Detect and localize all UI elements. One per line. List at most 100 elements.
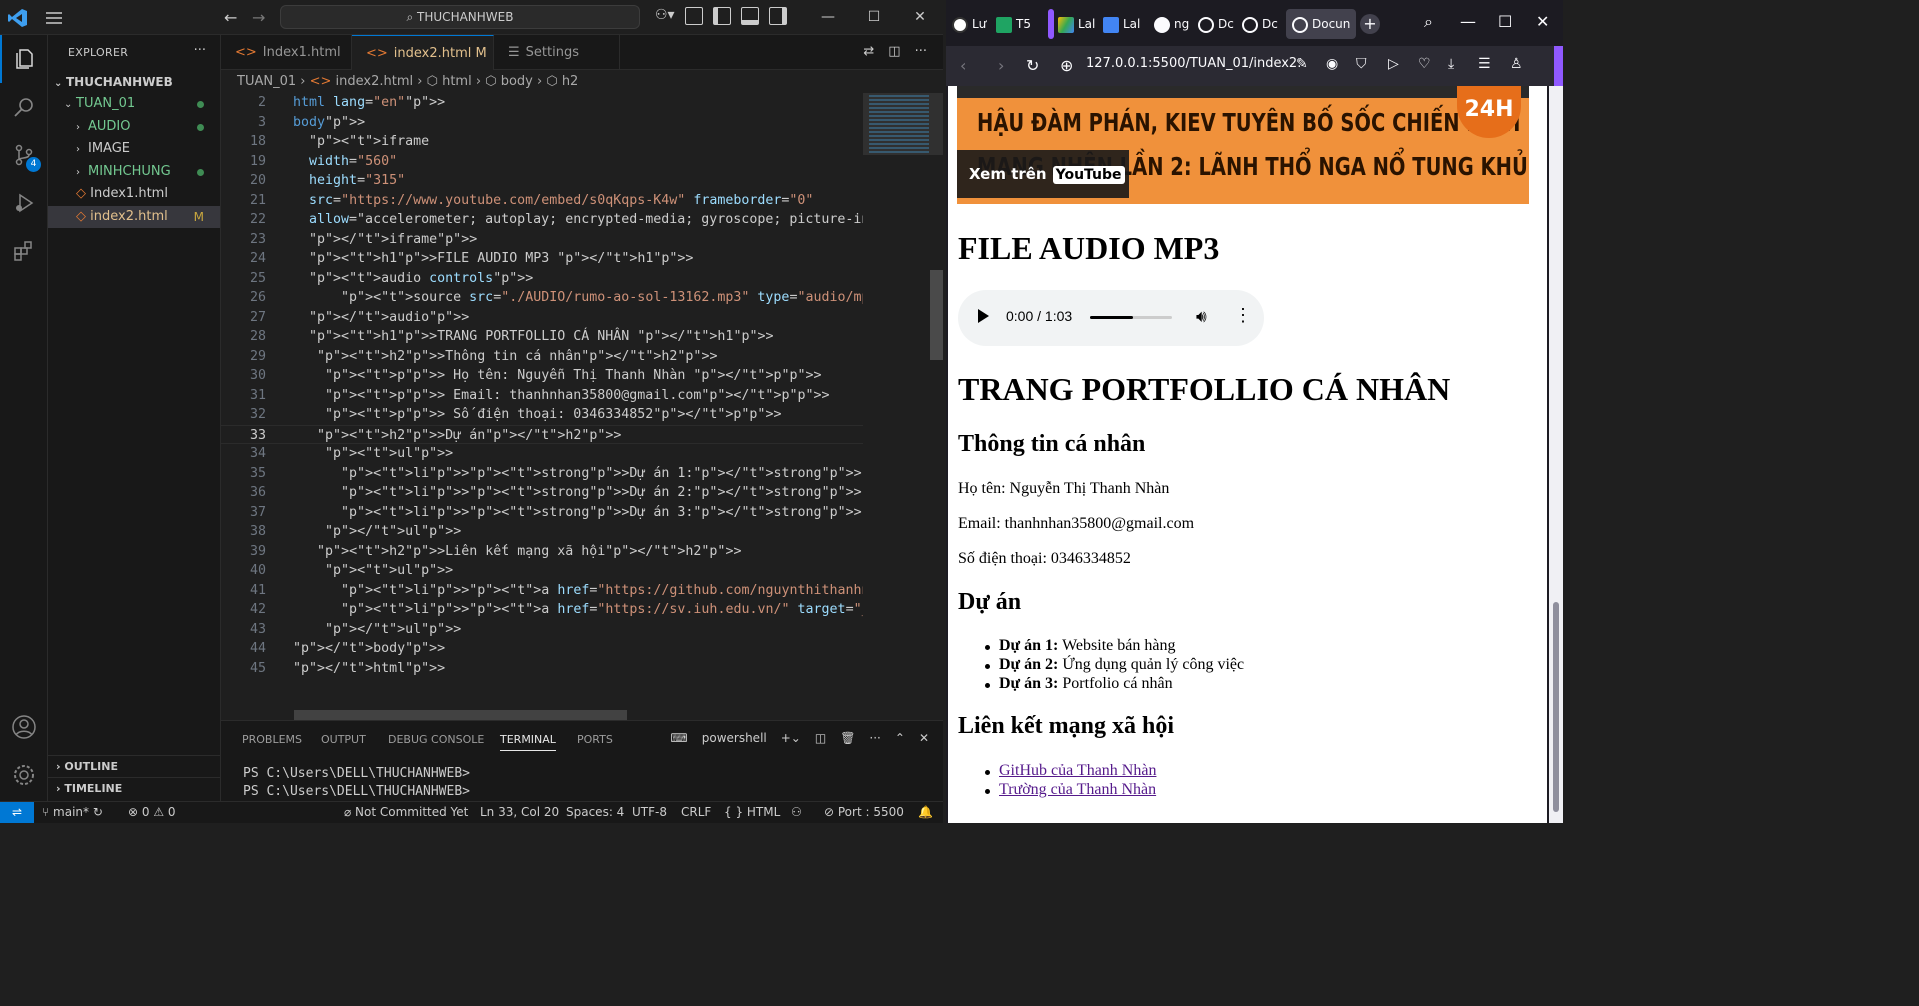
- tab-settings[interactable]: ☰ Settings: [494, 35, 620, 70]
- more-actions-icon[interactable]: ···: [194, 43, 206, 58]
- breadcrumb-item[interactable]: TUAN_01: [237, 74, 296, 89]
- panel-tab-output[interactable]: OUTPUT: [321, 733, 366, 746]
- minimize-icon[interactable]: —: [1460, 12, 1476, 31]
- screenshot-icon[interactable]: ◉: [1326, 56, 1338, 72]
- outline-section[interactable]: › OUTLINE: [48, 755, 220, 777]
- code-line[interactable]: 26 "p"><"t">source src="./AUDIO/rumo-ao-…: [221, 288, 863, 308]
- code-line[interactable]: 40 "p"><"t">ul"p">>: [221, 561, 863, 581]
- search-icon[interactable]: [0, 83, 48, 131]
- browser-tab-active[interactable]: Docun: [1286, 9, 1356, 39]
- code-line[interactable]: 18 "p"><"t">iframe: [221, 132, 863, 152]
- browser-tab[interactable]: Lal: [1058, 9, 1098, 39]
- timeline-section[interactable]: › TIMELINE: [48, 777, 220, 799]
- menu-icon[interactable]: [44, 9, 64, 27]
- cursor-position[interactable]: Ln 33, Col 20: [480, 802, 559, 823]
- back-icon[interactable]: ‹: [960, 56, 966, 75]
- more-options-icon[interactable]: ⋮: [1234, 305, 1252, 326]
- code-line[interactable]: 28 "p"><"t">h1"p">>TRANG PORTFOLLIO CÁ N…: [221, 327, 863, 347]
- tree-folder-tuan01[interactable]: ⌄ TUAN_01: [48, 93, 220, 115]
- tree-file-index2[interactable]: ◇ index2.html M: [48, 206, 220, 228]
- code-line[interactable]: 35 "p"><"t">li"p">>"p"><"t">strong"p">>D…: [221, 464, 863, 484]
- audio-player[interactable]: 0:00 / 1:03 🔊︎ ⋮: [958, 290, 1264, 346]
- back-arrow-icon[interactable]: ←: [224, 8, 237, 27]
- tree-folder-image[interactable]: › IMAGE: [48, 138, 220, 160]
- code-line[interactable]: 30 "p"><"t">p"p">> Họ tên: Nguyễn Thị Th…: [221, 366, 863, 386]
- browser-tab[interactable]: ng: [1154, 9, 1194, 39]
- notifications-icon[interactable]: 🔔: [918, 802, 933, 823]
- code-line[interactable]: 21 src="https://www.youtube.com/embed/s0…: [221, 191, 863, 211]
- run-debug-icon[interactable]: [0, 179, 48, 227]
- explorer-icon[interactable]: [0, 35, 48, 83]
- panel-tab-problems[interactable]: PROBLEMS: [242, 733, 302, 746]
- github-link[interactable]: GitHub của Thanh Nhàn: [999, 762, 1156, 779]
- url-bar[interactable]: 127.0.0.1:5500/TUAN_01/index2.: [1086, 56, 1301, 71]
- code-line[interactable]: 44 "p"></"t">body"p">>: [221, 639, 863, 659]
- code-line[interactable]: 24 "p"><"t">h1"p">>FILE AUDIO MP3 "p"></…: [221, 249, 863, 269]
- account-icon[interactable]: [0, 703, 48, 751]
- panel-tab-ports[interactable]: PORTS: [577, 733, 613, 746]
- code-line[interactable]: 32 "p"><"t">p"p">> Số điện thoại: 034633…: [221, 405, 863, 425]
- code-line[interactable]: 42 "p"><"t">li"p">>"p"><"t">a href="http…: [221, 600, 863, 620]
- eol-status[interactable]: CRLF: [681, 802, 711, 823]
- new-tab-icon[interactable]: +: [1360, 14, 1380, 34]
- tree-folder-minhchung[interactable]: › MINHCHUNG: [48, 161, 220, 183]
- editor-horizontal-scrollbar[interactable]: [294, 710, 627, 720]
- forward-arrow-icon[interactable]: →: [252, 8, 265, 27]
- panel-tab-terminal[interactable]: TERMINAL: [500, 733, 556, 751]
- encoding-status[interactable]: UTF-8: [632, 802, 667, 823]
- tab-index2[interactable]: <>index2.html M ✕: [352, 35, 494, 96]
- code-line[interactable]: 37 "p"><"t">li"p">>"p"><"t">strong"p">>D…: [221, 503, 863, 523]
- code-line[interactable]: 43 "p"></"t">ul"p">>: [221, 620, 863, 640]
- shell-name[interactable]: powershell: [702, 731, 767, 745]
- settings-gear-icon[interactable]: [0, 751, 48, 799]
- breadcrumb-item[interactable]: index2.html: [336, 74, 414, 89]
- language-status[interactable]: { } HTML: [724, 802, 780, 823]
- breadcrumb-item[interactable]: body: [501, 74, 533, 89]
- maximize-icon[interactable]: ☐: [851, 0, 897, 34]
- code-line[interactable]: 31 "p"><"t">p"p">> Email: thanhnhan35800…: [221, 386, 863, 406]
- source-control-icon[interactable]: 4: [0, 131, 48, 179]
- page-scrollbar-thumb[interactable]: [1553, 602, 1559, 812]
- page-scrollbar[interactable]: [1549, 86, 1563, 823]
- code-line[interactable]: 23 "p"></"t">iframe"p">>: [221, 230, 863, 250]
- reload-icon[interactable]: ↻: [1026, 56, 1039, 75]
- code-line[interactable]: 36 "p"><"t">li"p">>"p"><"t">strong"p">>D…: [221, 483, 863, 503]
- code-line[interactable]: 41 "p"><"t">li"p">>"p"><"t">a href="http…: [221, 581, 863, 601]
- minimize-icon[interactable]: —: [805, 0, 851, 34]
- commit-status[interactable]: ⌀ Not Committed Yet: [344, 802, 468, 823]
- branch-status[interactable]: ⑂ main* ↻: [42, 802, 103, 823]
- heart-icon[interactable]: ♡: [1418, 56, 1431, 72]
- code-line[interactable]: 20 height="315": [221, 171, 863, 191]
- tree-folder-audio[interactable]: › AUDIO: [48, 116, 220, 138]
- toggle-sidebar-icon[interactable]: [712, 7, 731, 25]
- more-actions-icon[interactable]: ···: [869, 731, 880, 745]
- close-panel-icon[interactable]: ✕: [919, 731, 929, 745]
- play-icon[interactable]: [978, 309, 989, 323]
- trash-icon[interactable]: 🗑: [840, 731, 855, 745]
- extensions-icon[interactable]: [0, 227, 48, 275]
- split-editor-icon[interactable]: ◫: [888, 44, 900, 59]
- copilot-status-icon[interactable]: ⚇: [791, 802, 802, 823]
- code-line[interactable]: 38 "p"></"t">ul"p">>: [221, 522, 863, 542]
- forward-icon[interactable]: ›: [998, 56, 1004, 75]
- watch-on-youtube-button[interactable]: Xem trên YouTube: [957, 150, 1129, 198]
- breadcrumb-item[interactable]: html: [442, 74, 472, 89]
- command-center-search[interactable]: ⌕ THUCHANHWEB: [280, 5, 640, 29]
- toggle-panel-icon[interactable]: [740, 7, 759, 25]
- panel-tab-debug-console[interactable]: DEBUG CONSOLE: [388, 733, 484, 746]
- code-line[interactable]: 2 html lang="en""p">>: [221, 93, 863, 113]
- code-editor[interactable]: 2 html lang="en""p">> 3 body"p">> 18 "p"><"t…: [221, 93, 863, 720]
- remote-icon[interactable]: ⇌: [0, 802, 34, 823]
- terminal-line[interactable]: PS C:\Users\DELL\THUCHANHWEB>: [243, 766, 470, 781]
- code-line[interactable]: 27 "p"></"t">audio"p">>: [221, 308, 863, 328]
- youtube-embed[interactable]: HẬU ĐÀM PHÁN, KIEV TUYÊN BỐ SỐC CHIẾN DỊ…: [957, 86, 1529, 204]
- code-line[interactable]: 45 "p"></"t">html"p">>: [221, 659, 863, 679]
- browser-tab[interactable]: Dc: [1242, 9, 1282, 39]
- edit-icon[interactable]: ✎: [1296, 56, 1308, 72]
- maximize-panel-icon[interactable]: ⌃: [895, 731, 905, 745]
- school-link[interactable]: Trường của Thanh Nhàn: [999, 781, 1156, 798]
- close-icon[interactable]: ✕: [1536, 12, 1549, 31]
- tree-file-index1[interactable]: ◇ Index1.html: [48, 183, 220, 205]
- code-line[interactable]: 33 "p"><"t">h2"p">>Dự án"p"></"t">h2"p">…: [221, 424, 863, 444]
- play-icon[interactable]: ▷: [1388, 56, 1399, 72]
